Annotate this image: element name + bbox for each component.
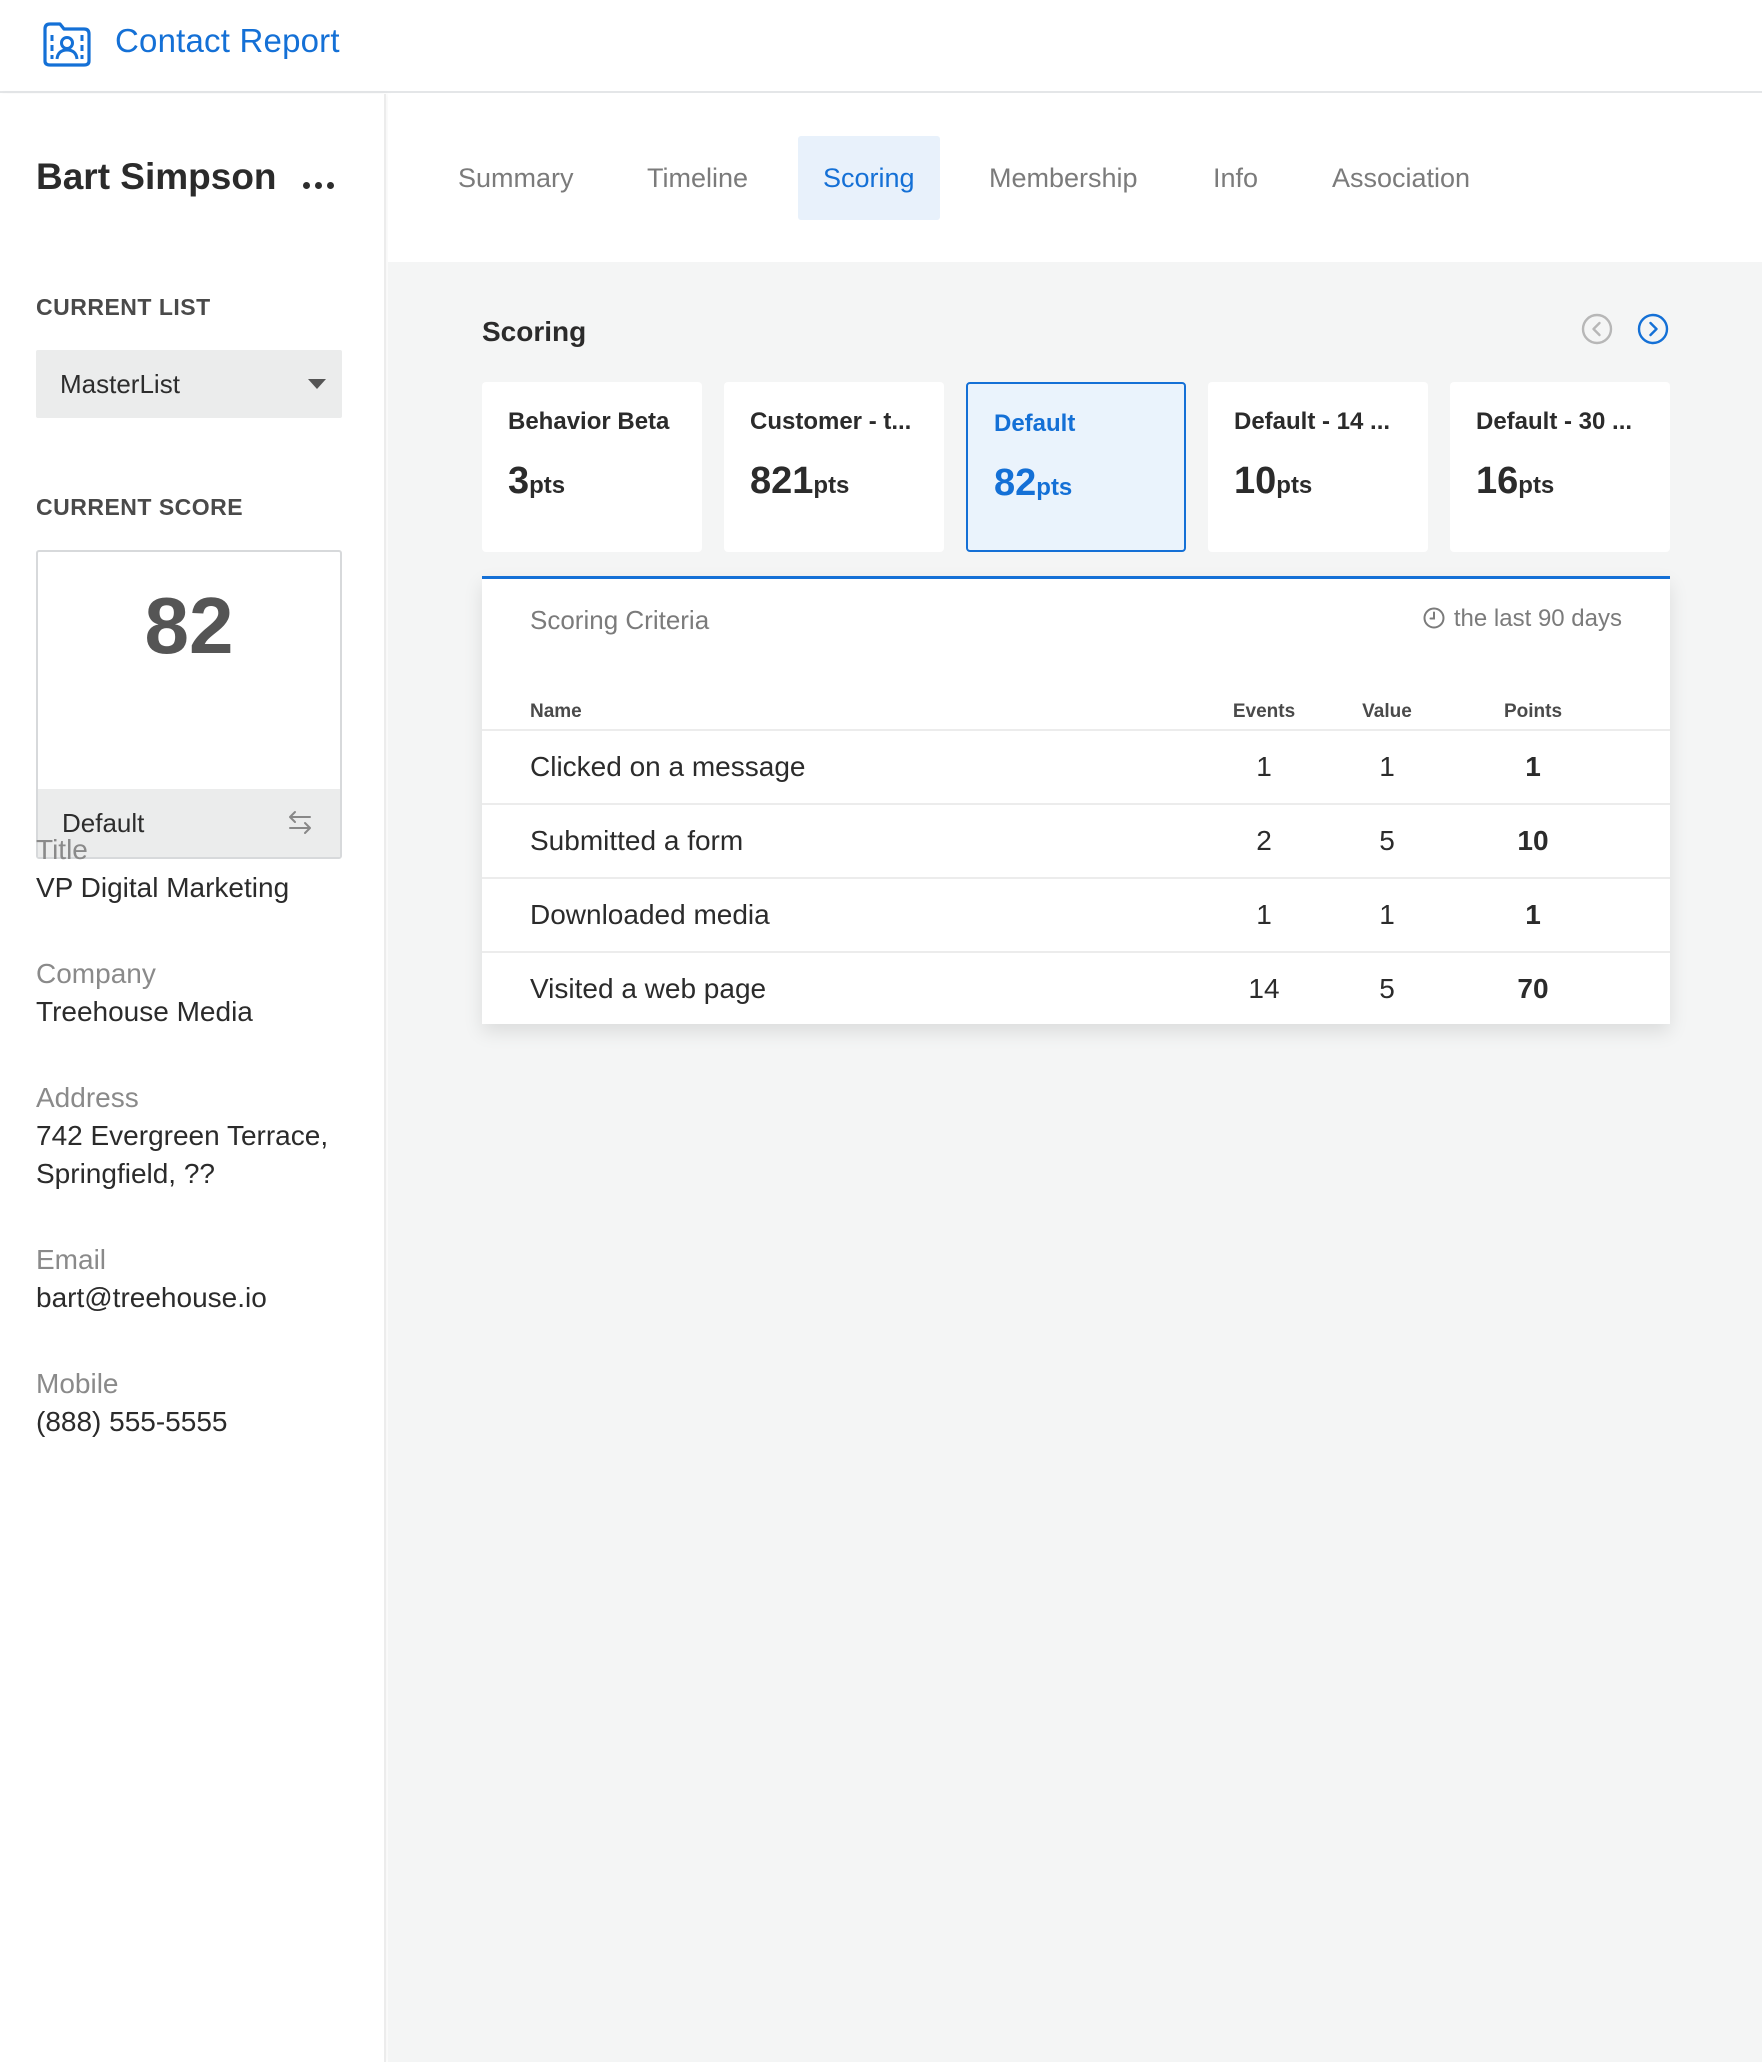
column-header-events: Events [1232, 701, 1296, 722]
score-card-default-30[interactable]: Default - 30 ... 16pts [1450, 382, 1670, 552]
row-name: Visited a web page [530, 973, 767, 1004]
field-email-value: bart@treehouse.io [36, 1282, 267, 1313]
score-card-points: 821 [750, 460, 814, 502]
tab-summary[interactable]: Summary [433, 136, 599, 220]
app-title: Contact Report [115, 22, 340, 59]
table-row: Visited a web page 14 5 70 [482, 951, 1670, 1025]
tab-scoring[interactable]: Scoring [798, 136, 940, 220]
row-points: 10 [1517, 825, 1549, 856]
tab-association[interactable]: Association [1307, 136, 1495, 220]
score-card-default[interactable]: Default 82pts [966, 382, 1186, 552]
current-score-value: 82 [144, 581, 234, 670]
pts-suffix: pts [813, 472, 850, 499]
contact-folder-icon [43, 22, 91, 67]
clock-icon [1423, 607, 1445, 629]
field-email-label: Email [36, 1244, 107, 1275]
current-list-label: CURRENT LIST [36, 294, 211, 320]
pts-suffix: pts [1518, 472, 1555, 499]
row-points: 1 [1525, 751, 1541, 782]
contact-sidebar: Bart Simpson CURRENT LIST MasterList CUR… [0, 94, 386, 2062]
column-header-points: Points [1503, 701, 1563, 722]
row-events: 2 [1256, 825, 1272, 856]
score-card-points: 16 [1476, 460, 1519, 502]
table-row: Downloaded media 1 1 1 [482, 877, 1670, 951]
scoring-panel: Scoring Behavior Beta 3pts Customer - t.… [388, 262, 1762, 2062]
next-arrow-icon[interactable] [1636, 312, 1670, 346]
column-header-value: Value [1362, 701, 1412, 722]
app-header: Contact Report [0, 0, 1762, 93]
score-card-name: Default [994, 410, 1076, 437]
field-title-label: Title [36, 834, 88, 865]
field-company-value: Treehouse Media [36, 996, 253, 1027]
current-score-label: CURRENT SCORE [36, 494, 244, 520]
column-header-name: Name [530, 701, 582, 722]
row-name: Submitted a form [530, 825, 744, 856]
score-card-name: Customer - t... [750, 408, 912, 435]
field-address-value: 742 Evergreen Terrace, Springfield, ?? [36, 1120, 329, 1189]
row-points: 1 [1525, 899, 1541, 930]
row-value: 1 [1379, 751, 1395, 782]
score-card-name: Default - 14 ... [1234, 408, 1391, 435]
table-row: Submitted a form 2 5 10 [482, 803, 1670, 877]
tab-bar: Summary Timeline Scoring Membership Info… [388, 94, 1762, 262]
row-events: 1 [1256, 899, 1272, 930]
current-list-value: MasterList [60, 369, 180, 399]
row-value: 5 [1379, 973, 1395, 1004]
criteria-range[interactable]: the last 90 days [1422, 605, 1622, 633]
pts-suffix: pts [1276, 472, 1313, 499]
tab-info[interactable]: Info [1188, 136, 1283, 220]
score-card-default-14[interactable]: Default - 14 ... 10pts [1208, 382, 1428, 552]
tab-timeline[interactable]: Timeline [622, 136, 773, 220]
pts-suffix: pts [529, 472, 566, 499]
field-company-label: Company [36, 958, 156, 989]
row-events: 14 [1248, 973, 1280, 1004]
current-list-select[interactable]: MasterList [36, 350, 342, 418]
more-options-icon[interactable] [303, 176, 339, 189]
table-row: Clicked on a message 1 1 1 [482, 729, 1670, 803]
criteria-range-text: the last 90 days [1453, 605, 1622, 632]
scoring-title: Scoring [482, 316, 587, 347]
row-value: 1 [1379, 899, 1395, 930]
score-card-points: 3 [508, 460, 530, 502]
pts-suffix: pts [1036, 474, 1073, 501]
score-card-name: Behavior Beta [508, 408, 670, 435]
tab-membership[interactable]: Membership [964, 136, 1163, 220]
field-mobile-label: Mobile [36, 1368, 119, 1399]
row-name: Clicked on a message [530, 751, 806, 782]
row-value: 5 [1379, 825, 1395, 856]
chevron-down-icon [308, 379, 326, 389]
swap-arrows-icon[interactable] [286, 809, 314, 835]
field-mobile-value: (888) 555-5555 [36, 1406, 228, 1437]
row-name: Downloaded media [530, 899, 770, 930]
row-events: 1 [1256, 751, 1272, 782]
score-card-points: 82 [994, 462, 1037, 504]
score-card-customer[interactable]: Customer - t... 821pts [724, 382, 944, 552]
row-points: 70 [1517, 973, 1549, 1004]
score-card-points: 10 [1234, 460, 1277, 502]
field-title-value: VP Digital Marketing [36, 872, 290, 903]
scoring-criteria-table: Scoring Criteria the last 90 days Name E… [482, 576, 1670, 1024]
contact-name: Bart Simpson [36, 156, 277, 197]
score-card-name: Default - 30 ... [1476, 408, 1633, 435]
score-card-behavior-beta[interactable]: Behavior Beta 3pts [482, 382, 702, 552]
criteria-title: Scoring Criteria [530, 605, 710, 635]
previous-arrow-icon[interactable] [1580, 312, 1614, 346]
current-score-box: 82 Default [36, 550, 342, 859]
field-address-label: Address [36, 1082, 139, 1113]
